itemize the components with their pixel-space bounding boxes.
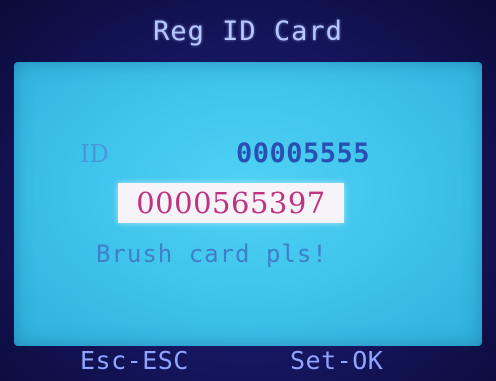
- id-label: ID: [80, 140, 109, 168]
- brush-card-prompt: Brush card pls!: [96, 240, 328, 268]
- esc-softkey[interactable]: Esc-ESC: [80, 346, 189, 375]
- device-lcd-screen: Reg ID Card ID 00005555 0000565397 Brush…: [0, 0, 496, 381]
- page-title: Reg ID Card: [153, 15, 343, 47]
- card-number-value: 0000565397: [136, 186, 326, 220]
- card-number-field[interactable]: 0000565397: [118, 183, 344, 223]
- main-panel: ID 00005555 0000565397 Brush card pls!: [14, 62, 482, 346]
- id-value: 00005555: [236, 138, 371, 169]
- footer-bar: Esc-ESC Set-OK: [0, 346, 496, 381]
- ok-softkey[interactable]: Set-OK: [290, 346, 383, 375]
